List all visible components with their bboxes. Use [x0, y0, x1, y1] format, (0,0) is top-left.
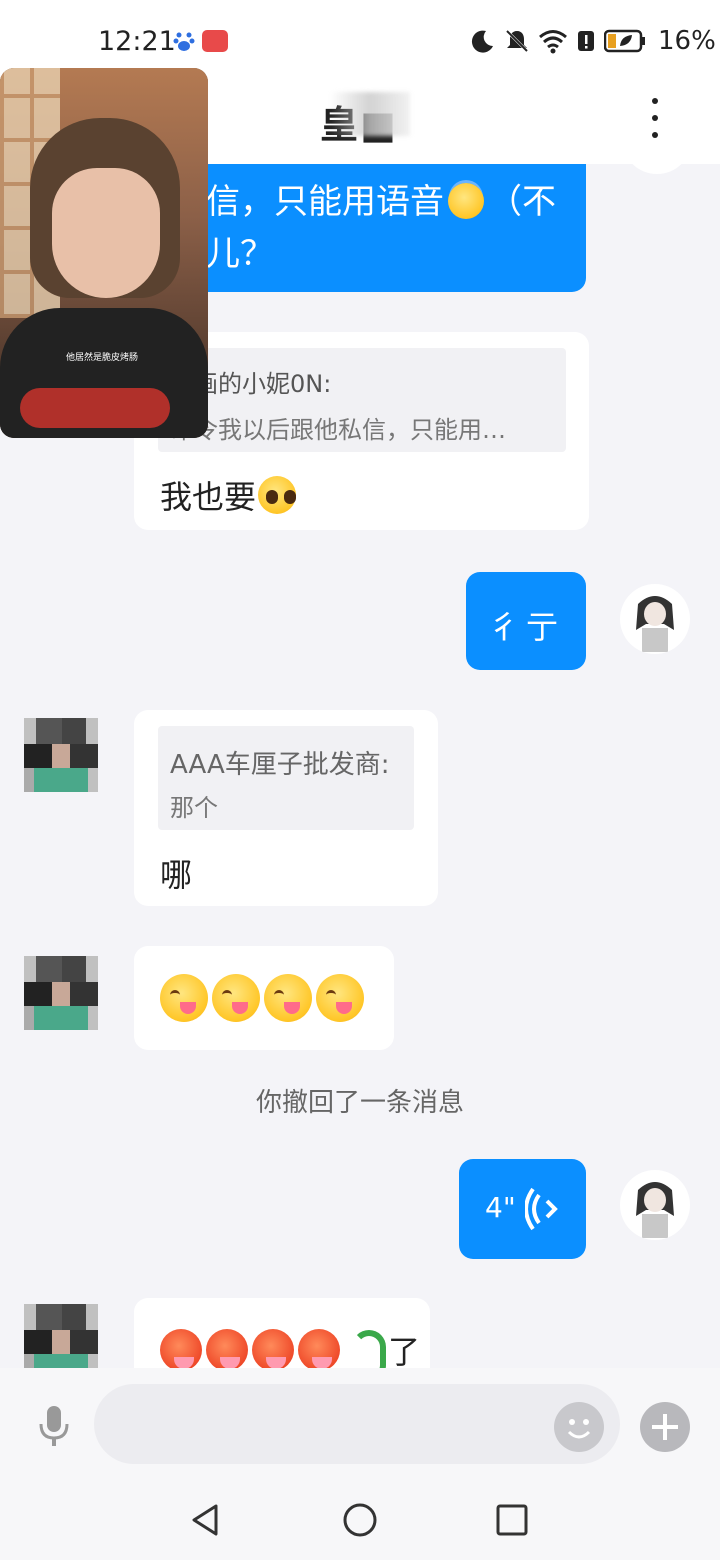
message-text: 我也要	[160, 478, 257, 516]
quoted-message[interactable]: AAA车厘子批发商: 那个	[158, 726, 414, 830]
avatar-self[interactable]	[620, 1170, 690, 1240]
smiley-icon[interactable]	[554, 1402, 604, 1452]
emoji-row: 了	[160, 1326, 420, 1368]
hot-face-icon	[206, 1329, 248, 1368]
voice-message-bubble[interactable]: 4"	[459, 1159, 586, 1259]
hot-face-icon	[252, 1329, 294, 1368]
avatar-other[interactable]	[24, 956, 98, 1030]
avatar-self[interactable]	[620, 584, 690, 654]
square-recents-icon[interactable]	[492, 1500, 532, 1540]
navigation-bar	[0, 1480, 720, 1560]
status-time: 12:21	[98, 26, 176, 57]
face-savoring-food-icon	[264, 974, 312, 1022]
message-bubble-incoming[interactable]: 了	[134, 1298, 430, 1368]
hot-face-icon	[298, 1329, 340, 1368]
snake-icon	[344, 1326, 386, 1368]
microphone-icon[interactable]	[36, 1404, 72, 1448]
quoted-message[interactable]: 画画的小妮0N: 命令我以后跟他私信，只能用…	[158, 348, 566, 452]
message-text: 信，只能用语音	[206, 182, 444, 222]
message-bubble-incoming[interactable]: AAA车厘子批发商: 那个 哪	[134, 710, 438, 906]
plus-icon[interactable]	[640, 1402, 690, 1452]
pleading-face-icon	[258, 476, 297, 514]
avatar-drawing	[636, 1182, 674, 1238]
quote-text: 命令我以后跟他私信，只能用…	[170, 416, 506, 444]
face-savoring-food-icon	[316, 974, 364, 1022]
message-text: 哪	[160, 856, 193, 894]
moon-icon	[471, 30, 493, 53]
message-text: 了	[388, 1333, 421, 1368]
video-subtitle: 他居然是脆皮烤肠	[66, 353, 139, 363]
message-input[interactable]	[94, 1384, 620, 1464]
battery-percent: 16%	[658, 26, 716, 56]
baidu-paw-icon	[173, 32, 195, 51]
face-savoring-food-icon	[160, 974, 208, 1022]
system-message-recalled: 你撤回了一条消息	[255, 1088, 464, 1118]
title-blur-overlay	[330, 92, 410, 136]
message-text: 彳亍	[487, 608, 564, 646]
voice-wave-icon	[525, 1187, 558, 1231]
system-icons: 16%	[470, 26, 716, 56]
face-savoring-food-icon	[212, 974, 260, 1022]
avatar-other[interactable]	[24, 718, 98, 792]
triangle-back-icon[interactable]	[186, 1500, 226, 1540]
mute-bell-icon	[505, 29, 529, 53]
quote-text: 那个	[170, 794, 218, 822]
wifi-icon	[539, 30, 567, 54]
message-bubble-incoming[interactable]	[134, 946, 394, 1050]
input-bar	[0, 1368, 720, 1480]
message-text: 儿？	[206, 234, 274, 274]
hot-face-icon	[160, 1329, 202, 1368]
smiling-face-with-halo-icon	[448, 183, 484, 219]
avatar-self[interactable]	[622, 164, 692, 174]
message-bubble-outgoing[interactable]: 信，只能用语音 （不 儿？	[150, 164, 586, 292]
red-app-icon	[202, 30, 228, 52]
circle-home-icon[interactable]	[340, 1500, 380, 1540]
emoji-row	[160, 974, 364, 1022]
alert-icon	[578, 31, 594, 51]
voice-duration: 4"	[485, 1191, 516, 1224]
message-bubble-outgoing[interactable]: 彳亍	[466, 572, 586, 670]
avatar-drawing	[636, 596, 674, 652]
avatar-other[interactable]	[24, 1304, 98, 1368]
more-vertical-icon[interactable]	[645, 98, 665, 138]
floating-video-window[interactable]: 他居然是脆皮烤肠	[0, 68, 208, 438]
quote-author: AAA车厘子批发商:	[170, 750, 390, 780]
battery-leaf-icon	[604, 29, 645, 53]
message-text: （不	[488, 182, 556, 222]
